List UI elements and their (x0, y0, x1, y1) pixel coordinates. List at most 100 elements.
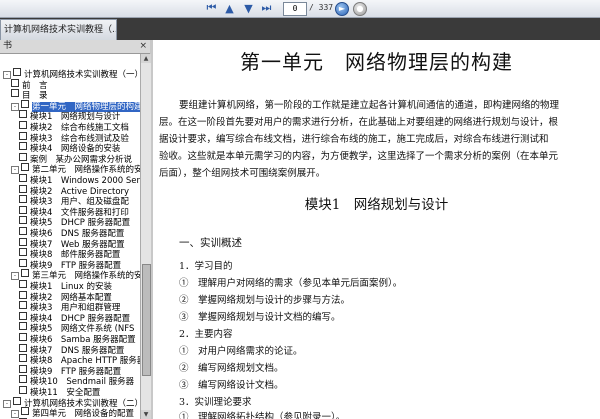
paragraph-line: 要组建计算机网络，第一阶段的工作就是建立起各计算机间通信的通道，即构建网络的物理 (179, 100, 560, 111)
bookmark-icon (19, 216, 27, 225)
tree-item[interactable]: - 计算机网络技术实训教程（一） (3, 68, 140, 80)
bookmark-icon (19, 195, 27, 204)
tree-item[interactable]: 模块8 Apache HTTP 服务器 (19, 354, 140, 366)
tree-item[interactable]: 模块2 综合布线施工文档 (19, 121, 129, 133)
bookmark-icon (19, 375, 27, 384)
tree-item[interactable]: - 第四单元 网络设备的配置 (11, 407, 134, 419)
tree-item[interactable]: 模块1 网络规划与设计 (19, 110, 120, 122)
bookmark-icon (19, 311, 27, 320)
bookmark-icon (19, 142, 27, 151)
scroll-up-icon[interactable]: ▲ (141, 54, 151, 63)
scroll-thumb[interactable] (142, 264, 151, 376)
tree-item[interactable]: 模块7 Web 服务器配置 (19, 237, 125, 249)
tree-item[interactable]: 模块9 FTP 服务器配置 (19, 258, 121, 270)
tree-item[interactable]: 目 录 (11, 89, 48, 101)
next-page-icon[interactable]: ▼ (241, 1, 256, 15)
prev-page-icon[interactable]: ▲ (222, 1, 237, 15)
go-button-icon[interactable]: ► (335, 2, 349, 16)
close-icon[interactable]: × (139, 40, 147, 53)
tree-item[interactable]: 模块6 DNS 服务器配置 (19, 227, 124, 239)
bookmark-icon (19, 205, 27, 214)
sidebar-scrollbar[interactable]: ▲ ▼ (140, 54, 151, 419)
bookmark-icon (21, 163, 29, 172)
tree-item[interactable]: 模块2 Active Directory (19, 184, 129, 196)
expand-toggle-icon[interactable]: - (11, 166, 19, 175)
tree-item[interactable]: 模块8 邮件服务器配置 (19, 248, 120, 260)
tree-item[interactable]: 模块9 FTP 服务器配置 (19, 364, 121, 376)
bookmark-icon (19, 322, 27, 331)
paragraph-line: 据设计要求，编写综合布线文档，进行综合布线的施工，施工完成后，对综合布线进行测试… (159, 134, 549, 145)
bookmark-panel-header: 书 × (0, 40, 150, 54)
bookmark-icon (19, 110, 27, 119)
page-number-input[interactable]: 0 (283, 2, 307, 16)
tree-item[interactable]: 模块3 综合布线测试及验 (19, 131, 129, 143)
bookmark-icon (19, 184, 27, 193)
expand-toggle-icon[interactable]: - (11, 102, 19, 111)
bookmark-icon (11, 78, 19, 87)
content-line: 2．主要内容 (179, 329, 233, 340)
last-page-icon[interactable]: ⏭ (259, 1, 274, 15)
bookmark-icon (21, 269, 29, 278)
bookmark-icon (19, 343, 27, 352)
paragraph-line: 后面），整个组网技术可围绕案例展开。 (159, 168, 326, 179)
bookmark-icon (19, 237, 27, 246)
tree-item[interactable]: 模块5 DHCP 服务器配置 (19, 216, 130, 228)
bookmark-tree: - 计算机网络技术实训教程（一）前 言目 录 - 第一单元 网络物理层的构建 模块1 网… (0, 54, 140, 419)
tab-bar: 计算机网络技术实训教程（... (0, 18, 600, 40)
bookmark-icon (19, 333, 27, 341)
expand-toggle-icon[interactable]: - (3, 399, 11, 408)
tree-item[interactable]: 模块1 Linux 的安装 (19, 280, 112, 292)
content-line: 1．学习目的 (179, 261, 233, 272)
tree-item[interactable]: 模块4 文件服务器和打印 (19, 205, 129, 217)
tree-item[interactable]: 模块6 Samba 服务器配置 (19, 333, 136, 345)
tree-item[interactable]: 模块4 DHCP 服务器配置 (19, 311, 130, 323)
bookmark-icon (11, 89, 19, 98)
expand-toggle-icon[interactable]: - (11, 410, 19, 419)
content-line: ② 掌握网络规划与设计的步骤与方法。 (179, 295, 351, 306)
bookmark-icon (19, 364, 27, 373)
expand-toggle-icon[interactable]: - (11, 272, 19, 281)
first-page-icon[interactable]: ⏮ (204, 1, 219, 15)
scroll-down-icon[interactable]: ▼ (141, 410, 151, 419)
tree-item[interactable]: - 计算机网络技术实训教程（二） (3, 396, 140, 408)
page-title: 第一单元 网络物理层的构建 (240, 50, 513, 74)
section-heading: 一、实训概述 (179, 237, 242, 249)
module-heading: 模块1 网络规划与设计 (304, 197, 449, 213)
content-line: ③ 编写网络设计文档。 (179, 380, 284, 391)
tree-item[interactable]: 模块11 安全配置 (19, 386, 100, 398)
tree-item[interactable]: 模块7 DNS 服务器配置 (19, 343, 124, 355)
tree-item[interactable]: 模块2 网络基本配置 (19, 290, 112, 302)
bookmark-icon (19, 280, 27, 288)
document-tab[interactable]: 计算机网络技术实训教程（... (0, 19, 117, 40)
tree-item[interactable]: 模块3 用户和组群管理 (19, 301, 120, 313)
bookmark-icon (19, 386, 27, 394)
paragraph-line: 层。在这一阶段首先要对用户的需求进行分析，在此基础上对要组建的网络进行规划与设计… (159, 117, 559, 128)
bookmark-icon (21, 407, 29, 416)
bookmark-icon (19, 121, 27, 129)
tree-item[interactable]: 模块4 网络设备的安装 (19, 142, 120, 154)
document-page: 第一单元 网络物理层的构建 要组建计算机网络，第一阶段的工作就是建立起各计算机间… (153, 40, 600, 419)
tree-item[interactable]: - 第三单元 网络操作系统的安 (11, 269, 140, 281)
tree-item[interactable]: 前 言 (11, 78, 48, 90)
panel-title: 书 (3, 41, 13, 51)
expand-toggle-icon[interactable]: - (3, 71, 11, 79)
bookmark-icon (19, 174, 27, 182)
tree-item[interactable]: 模块3 用户、组及磁盘配 (19, 195, 129, 207)
tree-item[interactable]: - 第一单元 网络物理层的构建 (11, 99, 140, 112)
bookmark-icon (13, 396, 21, 405)
content-line: ① 理解用户对网络的需求（参见本单元后面案例）。 (179, 278, 403, 289)
bookmark-icon (19, 258, 27, 267)
tree-item[interactable]: 模块5 网络文件系统 (NFS (19, 322, 134, 334)
bookmark-icon (19, 227, 27, 235)
page-total: / 337 (309, 3, 334, 12)
toolbar: ⏮ ▲ ▼ ⏭ 0 / 337 ► ● (0, 0, 600, 18)
content-line: ① 对用户网络需求的论证。 (179, 346, 303, 357)
tree-item[interactable]: 模块10 Sendmail 服务器 (19, 375, 134, 387)
bookmark-icon (19, 301, 27, 310)
stop-button-icon[interactable]: ● (353, 2, 367, 16)
content-line: ① 理解网络拓扑结构（参见附录一）。 (179, 412, 346, 419)
bookmark-icon (19, 290, 27, 299)
tree-item[interactable]: 模块1 Windows 2000 Ser (19, 174, 140, 186)
tree-item[interactable]: - 第二单元 网络操作系统的安 (11, 163, 140, 175)
tree-item[interactable]: 案例 某办公网需求分析说 (19, 152, 132, 164)
